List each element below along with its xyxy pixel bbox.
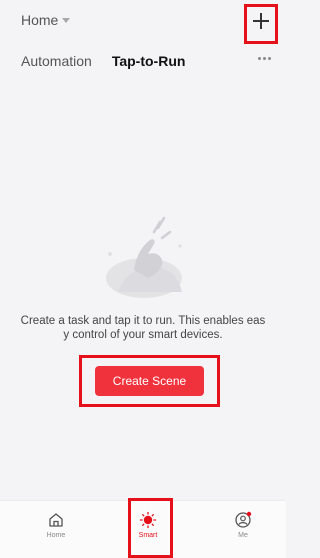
home-switcher-label: Home (21, 12, 59, 28)
more-options-icon[interactable] (258, 57, 271, 60)
tab-automation[interactable]: Automation (21, 53, 92, 69)
home-icon (49, 513, 63, 527)
nav-home-label: Home (46, 532, 66, 539)
nav-me-label: Me (238, 532, 248, 539)
nav-me[interactable]: Me (223, 511, 263, 539)
create-scene-highlight: Create Scene (79, 355, 220, 407)
scene-tabs: Automation Tap-to-Run (21, 52, 205, 70)
tab-tap-to-run[interactable]: Tap-to-Run (112, 53, 186, 69)
caret-down-icon (62, 18, 71, 23)
smart-tab-highlight (128, 498, 173, 558)
tap-hand-illustration (96, 210, 192, 300)
create-scene-button[interactable]: Create Scene (95, 366, 204, 396)
top-bar: Home (0, 0, 286, 44)
home-switcher[interactable]: Home (21, 12, 71, 28)
empty-state-message: Create a task and tap it to run. This en… (20, 315, 266, 341)
plus-icon[interactable] (253, 13, 269, 29)
user-icon (235, 511, 252, 528)
add-scene-highlight (244, 4, 278, 44)
nav-home[interactable]: Home (36, 511, 76, 539)
